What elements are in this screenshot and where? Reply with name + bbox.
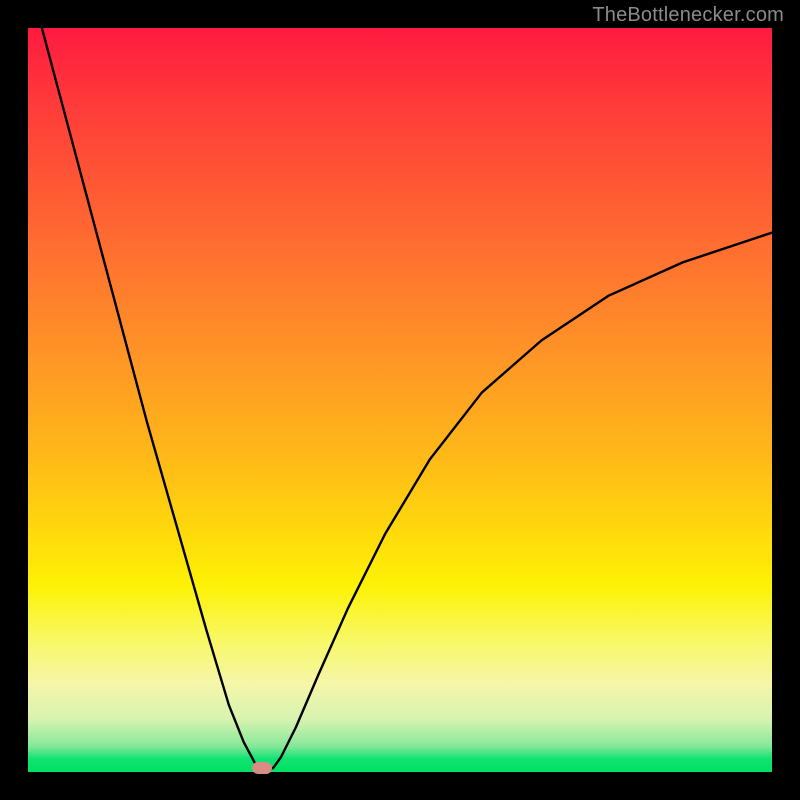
bottleneck-curve	[28, 28, 772, 772]
bottleneck-minimum-marker	[252, 762, 272, 774]
chart-frame: TheBottlenecker.com	[0, 0, 800, 800]
plot-area	[28, 28, 772, 772]
watermark-text: TheBottlenecker.com	[592, 4, 784, 27]
